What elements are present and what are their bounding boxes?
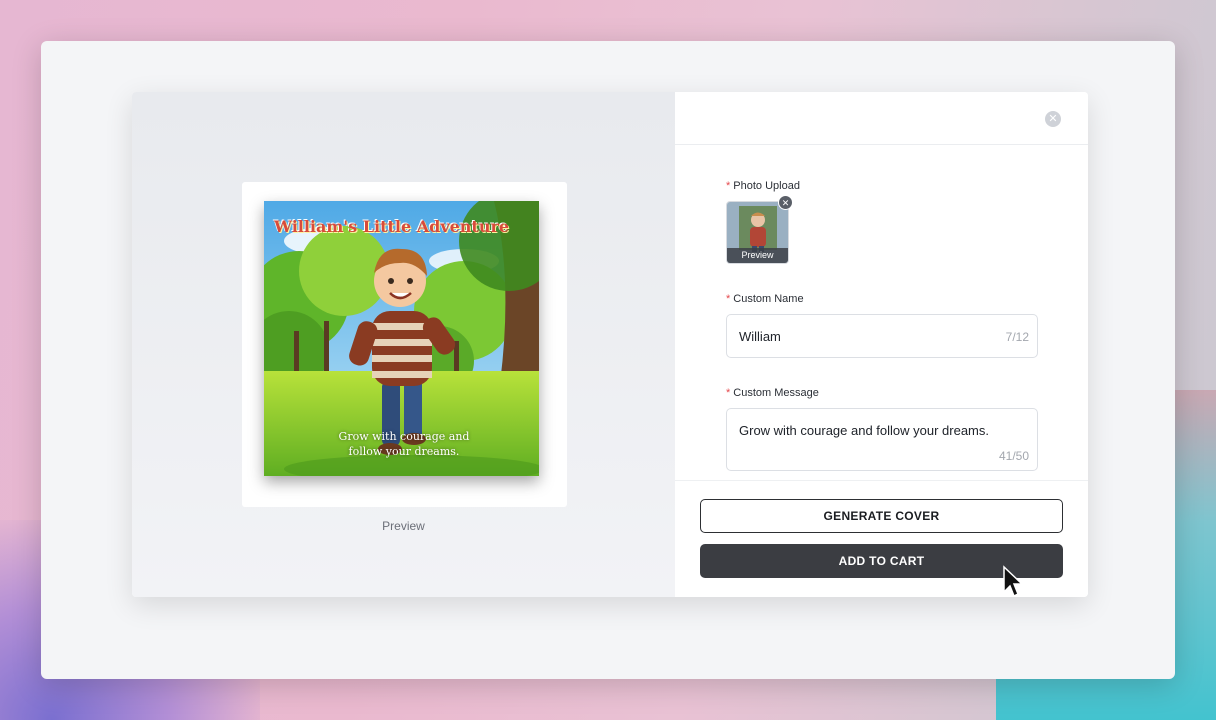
form-header: ✕	[675, 92, 1088, 145]
required-mark: *	[726, 180, 731, 192]
cover-title: William's Little Adventure	[274, 217, 510, 236]
cover-card: William's Little Adventure Grow with cou…	[242, 182, 567, 507]
photo-upload-label: * Photo Upload	[726, 180, 800, 192]
close-icon[interactable]: ✕	[1045, 111, 1061, 127]
generate-cover-button[interactable]: GENERATE COVER	[700, 499, 1063, 533]
preview-pane: William's Little Adventure Grow with cou…	[132, 92, 675, 597]
button-divider	[675, 480, 1088, 481]
custom-name-value: William	[739, 329, 781, 344]
custom-name-counter: 7/12	[1005, 330, 1029, 344]
mouse-cursor-icon	[1003, 565, 1024, 598]
cover-message-line-1: Grow with courage and	[338, 430, 470, 443]
custom-message-value: Grow with courage and follow your dreams…	[739, 423, 990, 438]
custom-message-counter: 41/50	[998, 449, 1029, 463]
cover-message-line-2: follow your dreams.	[348, 445, 460, 458]
required-mark: *	[726, 293, 731, 305]
custom-message-label: * Custom Message	[726, 387, 819, 399]
customize-modal: William's Little Adventure Grow with cou…	[132, 92, 1088, 597]
cover-message: Grow with courage and follow your dreams…	[304, 429, 504, 459]
custom-name-input[interactable]: William 7/12	[726, 314, 1038, 358]
preview-label: Preview	[382, 519, 425, 533]
form-pane: ✕ * Photo Upload Preview ✕ * Custom Name W…	[675, 92, 1088, 597]
photo-thumbnail[interactable]: Preview	[726, 201, 789, 264]
remove-photo-icon[interactable]: ✕	[778, 195, 793, 210]
book-cover: William's Little Adventure Grow with cou…	[264, 201, 539, 476]
custom-name-label: * Custom Name	[726, 293, 804, 305]
thumbnail-preview-caption[interactable]: Preview	[727, 248, 788, 263]
required-mark: *	[726, 387, 731, 399]
custom-message-textarea[interactable]: Grow with courage and follow your dreams…	[726, 408, 1038, 471]
